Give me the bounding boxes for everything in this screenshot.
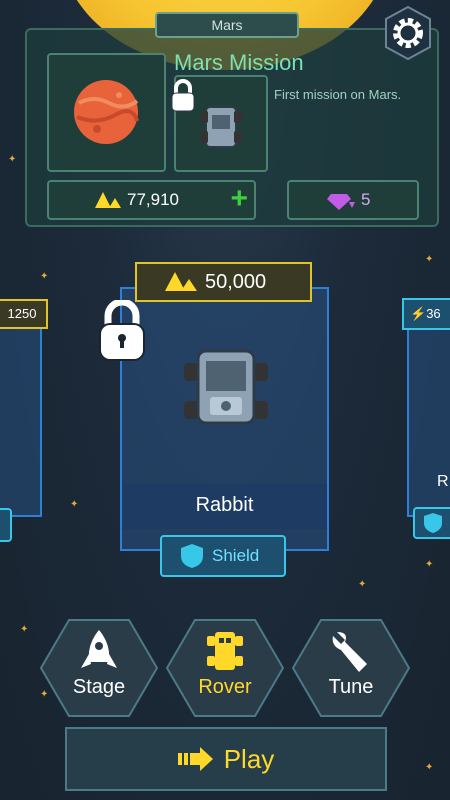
add-gold-button[interactable]: +	[230, 184, 248, 214]
rover-card-selected[interactable]: Rabbit	[120, 287, 329, 551]
rover-card-previous[interactable]	[0, 318, 42, 517]
next-rover-ability	[413, 507, 450, 539]
star-decoration: ✦	[425, 559, 434, 570]
gem-icon	[327, 194, 355, 210]
planet-thumbnail[interactable]	[47, 53, 166, 172]
star-decoration: ✦	[425, 762, 434, 773]
star-decoration: ✦	[40, 271, 49, 282]
mission-description: First mission on Mars.	[274, 87, 402, 102]
rover-price: 50,000	[205, 270, 267, 293]
wrench-icon	[332, 632, 367, 672]
play-arrow-icon	[177, 747, 213, 771]
rover-name: Rabbit	[195, 494, 254, 516]
star-decoration: ✦	[20, 624, 29, 635]
gold-value: 77,910	[127, 190, 179, 209]
nav-tune-button[interactable]: Tune	[291, 618, 411, 718]
nav-stage-button[interactable]: Stage	[39, 618, 159, 718]
play-label: Play	[223, 743, 275, 774]
rocket-icon	[81, 630, 117, 668]
shield-icon	[424, 513, 442, 533]
rover-icon	[207, 632, 243, 670]
star-decoration: ✦	[70, 499, 79, 510]
lightning-icon: ⚡	[410, 306, 427, 321]
shield-icon	[181, 544, 203, 568]
next-rover-name: R	[437, 473, 449, 490]
rover-price-tag[interactable]: 50,000	[135, 262, 312, 302]
gem-value: 5	[361, 190, 371, 209]
next-rover-energy: ⚡36	[402, 298, 450, 330]
nav-tune-label: Tune	[328, 676, 374, 698]
mission-title: Mars Mission	[174, 50, 304, 75]
nav-rover-label: Rover	[198, 676, 252, 698]
gold-counter: 77,910 +	[47, 180, 256, 220]
rover-ability-badge: Shield	[160, 535, 286, 577]
star-decoration: ✦	[425, 254, 434, 265]
nav-stage-label: Stage	[72, 676, 126, 698]
nav-rover-button[interactable]: Rover	[165, 618, 285, 718]
gold-drops-icon	[165, 272, 197, 291]
play-button[interactable]: Play	[65, 727, 387, 791]
rover-illustration	[184, 349, 268, 425]
gold-drops-icon	[95, 192, 121, 208]
mars-planet-icon	[74, 80, 139, 144]
lock-icon	[99, 300, 145, 361]
settings-gear-icon[interactable]	[380, 5, 436, 61]
previous-rover-price: 1250	[0, 299, 48, 329]
rover-ability-label: Shield	[212, 546, 260, 565]
planet-tab[interactable]: Mars	[155, 12, 299, 38]
star-decoration: ✦	[8, 154, 17, 165]
gem-counter: 5	[287, 180, 419, 220]
lock-icon	[171, 79, 195, 112]
star-decoration: ✦	[358, 579, 367, 590]
previous-rover-ability	[0, 508, 12, 542]
